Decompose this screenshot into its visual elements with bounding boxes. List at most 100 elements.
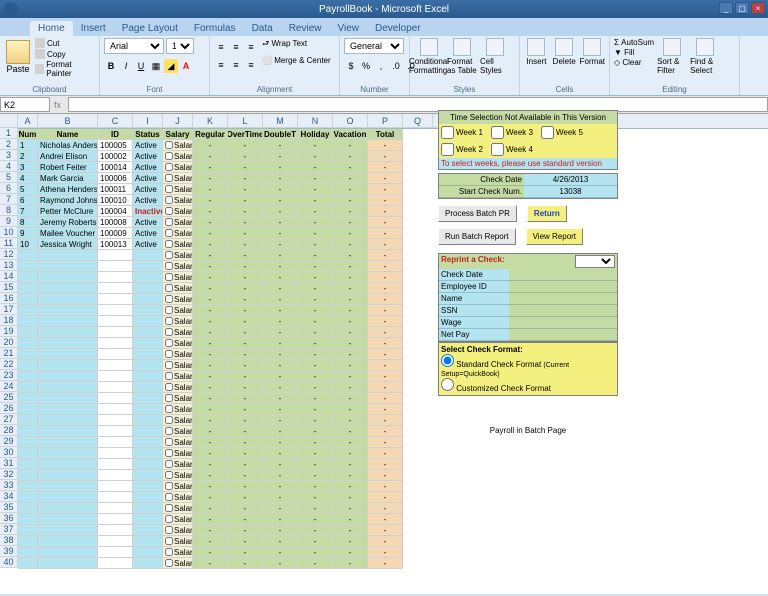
cell[interactable] <box>98 283 133 294</box>
cell[interactable]: - <box>228 349 263 360</box>
cell[interactable] <box>133 327 163 338</box>
cell[interactable]: - <box>263 195 298 206</box>
col-header-B[interactable]: B <box>38 114 98 128</box>
cell[interactable]: - <box>263 349 298 360</box>
cell[interactable]: 3 <box>18 162 38 173</box>
cell[interactable]: - <box>263 250 298 261</box>
cell[interactable]: 100008 <box>98 217 133 228</box>
cell[interactable]: - <box>263 294 298 305</box>
salary-cell[interactable]: Salary <box>163 437 193 448</box>
cell[interactable]: - <box>333 481 368 492</box>
cell[interactable]: - <box>298 448 333 459</box>
cell[interactable] <box>98 536 133 547</box>
cell[interactable]: - <box>193 492 228 503</box>
cell[interactable]: - <box>228 360 263 371</box>
copy-button[interactable]: Copy <box>35 49 95 59</box>
tab-formulas[interactable]: Formulas <box>186 21 244 36</box>
cell[interactable]: - <box>333 305 368 316</box>
cell[interactable]: - <box>333 217 368 228</box>
row-header[interactable]: 10 <box>0 227 18 238</box>
close-button[interactable]: × <box>751 2 765 14</box>
cell[interactable] <box>98 327 133 338</box>
cell[interactable]: 100004 <box>98 206 133 217</box>
tab-home[interactable]: Home <box>30 21 73 36</box>
cell[interactable]: - <box>193 184 228 195</box>
cell[interactable] <box>38 250 98 261</box>
cell[interactable] <box>38 327 98 338</box>
cell[interactable]: - <box>228 162 263 173</box>
cell[interactable]: - <box>333 283 368 294</box>
cell[interactable]: - <box>298 470 333 481</box>
view-report-button[interactable]: View Report <box>526 228 583 245</box>
cell[interactable]: - <box>333 415 368 426</box>
cell[interactable]: - <box>298 349 333 360</box>
cell[interactable] <box>98 393 133 404</box>
cell[interactable]: - <box>298 393 333 404</box>
underline-button[interactable]: U <box>134 59 148 73</box>
cell[interactable]: - <box>298 481 333 492</box>
cell[interactable]: - <box>298 536 333 547</box>
cell[interactable] <box>18 558 38 569</box>
row-header[interactable]: 18 <box>0 315 18 326</box>
cell[interactable] <box>18 437 38 448</box>
std-format-radio[interactable]: Standard Check Format (Current Setup=Qui… <box>441 360 569 378</box>
cell[interactable]: - <box>368 272 403 283</box>
cell[interactable]: - <box>228 404 263 415</box>
cell[interactable]: - <box>333 558 368 569</box>
salary-cell[interactable]: Salary <box>163 173 193 184</box>
salary-cell[interactable]: Salary <box>163 206 193 217</box>
cell[interactable]: - <box>298 217 333 228</box>
cell[interactable] <box>18 261 38 272</box>
cell[interactable]: - <box>228 338 263 349</box>
cell[interactable]: - <box>228 184 263 195</box>
salary-cell[interactable]: Salary <box>163 547 193 558</box>
cell[interactable]: - <box>333 360 368 371</box>
salary-cell[interactable]: Salary <box>163 250 193 261</box>
cell[interactable]: - <box>193 283 228 294</box>
cell[interactable]: - <box>228 316 263 327</box>
cell[interactable] <box>38 294 98 305</box>
cell[interactable]: - <box>263 426 298 437</box>
cell[interactable] <box>98 426 133 437</box>
cell[interactable]: - <box>333 536 368 547</box>
font-color-button[interactable]: A <box>179 59 193 73</box>
row-header[interactable]: 24 <box>0 381 18 392</box>
cell[interactable] <box>98 503 133 514</box>
cell[interactable]: - <box>298 404 333 415</box>
cell[interactable] <box>38 316 98 327</box>
cell[interactable] <box>133 349 163 360</box>
cell[interactable]: - <box>333 316 368 327</box>
cell[interactable]: - <box>193 162 228 173</box>
cell[interactable]: - <box>228 206 263 217</box>
salary-cell[interactable]: Salary <box>163 503 193 514</box>
cell[interactable] <box>98 459 133 470</box>
salary-cell[interactable]: Salary <box>163 459 193 470</box>
cell[interactable]: - <box>298 525 333 536</box>
spreadsheet-grid[interactable]: 1234567891011121314151617181920212223242… <box>0 114 768 594</box>
cell[interactable] <box>18 503 38 514</box>
cell[interactable] <box>38 492 98 503</box>
align-mid-button[interactable]: ≡ <box>229 40 243 54</box>
cell[interactable]: - <box>193 173 228 184</box>
cell[interactable]: - <box>298 305 333 316</box>
cell[interactable]: - <box>368 536 403 547</box>
salary-cell[interactable]: Salary <box>163 184 193 195</box>
row-header[interactable]: 25 <box>0 392 18 403</box>
cell[interactable]: - <box>333 173 368 184</box>
cell[interactable] <box>38 371 98 382</box>
cell[interactable] <box>18 393 38 404</box>
cell[interactable] <box>18 338 38 349</box>
cell[interactable]: - <box>333 393 368 404</box>
reprint-field-value[interactable] <box>509 281 617 293</box>
cell[interactable]: - <box>298 558 333 569</box>
cell[interactable] <box>98 437 133 448</box>
cell[interactable]: - <box>228 217 263 228</box>
cell[interactable]: - <box>298 426 333 437</box>
cell[interactable] <box>18 415 38 426</box>
cell[interactable]: Robert Feiter <box>38 162 98 173</box>
salary-cell[interactable]: Salary <box>163 404 193 415</box>
cell[interactable]: - <box>368 140 403 151</box>
cell[interactable]: - <box>298 184 333 195</box>
cell[interactable] <box>38 503 98 514</box>
cell[interactable] <box>38 393 98 404</box>
